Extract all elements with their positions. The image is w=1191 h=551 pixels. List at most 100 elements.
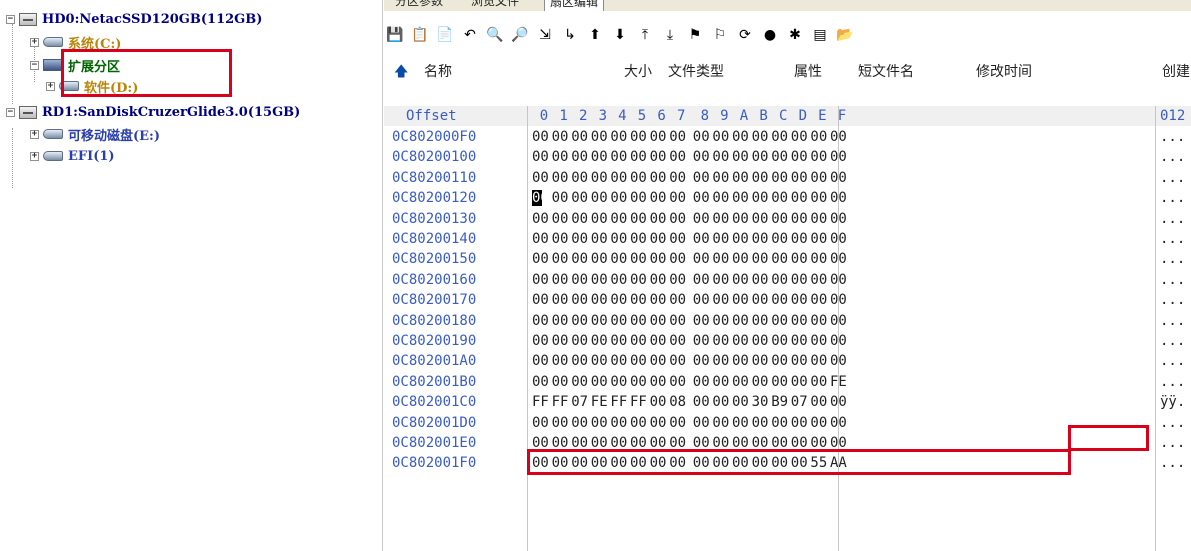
- column-modified-time[interactable]: 修改时间: [976, 61, 1032, 81]
- hex-byte[interactable]: 00: [669, 333, 693, 349]
- row-ascii[interactable]: ...: [1160, 251, 1191, 267]
- tab-sector-edit[interactable]: 扇区编辑: [544, 0, 605, 11]
- jump-icon[interactable]: ↳: [559, 24, 581, 46]
- hex-byte[interactable]: 00: [830, 272, 854, 288]
- hex-byte[interactable]: 00: [830, 333, 854, 349]
- hex-byte[interactable]: 00: [830, 129, 854, 145]
- hex-byte[interactable]: 00: [830, 313, 854, 329]
- hex-row[interactable]: 0C802001B0 00 00 00 00 00 00 00 00 00 00 00 00 00 00 00…: [384, 372, 1191, 392]
- folder-icon[interactable]: 📂: [834, 24, 856, 46]
- hex-byte[interactable]: 00: [830, 231, 854, 247]
- row-ascii[interactable]: ...: [1160, 455, 1191, 471]
- column-short-name[interactable]: 短文件名: [858, 61, 914, 81]
- hex-byte[interactable]: 00: [669, 292, 693, 308]
- hex-byte[interactable]: 00: [669, 129, 693, 145]
- hex-row[interactable]: 0C80200160 00 00 00 00 00 00 00 00 00 00 00 00 00 00 00…: [384, 270, 1191, 290]
- down-icon[interactable]: ⬇: [609, 24, 631, 46]
- row-ascii[interactable]: ...: [1160, 353, 1191, 369]
- hex-row[interactable]: 0C80200140 00 00 00 00 00 00 00 00 00 00 00 00 00 00 00…: [384, 229, 1191, 249]
- up-arrow-icon[interactable]: 🡅: [394, 61, 408, 85]
- column-attributes[interactable]: 属性: [794, 61, 822, 81]
- hex-byte[interactable]: 00: [830, 415, 854, 431]
- row-ascii[interactable]: ...: [1160, 190, 1191, 206]
- column-created-time[interactable]: 创建: [1162, 61, 1190, 81]
- row-ascii[interactable]: ...: [1160, 333, 1191, 349]
- collapse-icon[interactable]: −: [6, 14, 15, 24]
- column-file-type[interactable]: 文件类型: [668, 61, 724, 81]
- tree-node-efi[interactable]: + EFI(1): [30, 146, 115, 166]
- search-icon[interactable]: 🔍: [484, 24, 506, 46]
- hex-byte[interactable]: 00: [669, 353, 693, 369]
- hex-row[interactable]: 0C80200130 00 00 00 00 00 00 00 00 00 00 00 00 00 00 00…: [384, 209, 1191, 229]
- last-icon[interactable]: ⤓: [659, 24, 681, 46]
- hex-byte[interactable]: 00: [669, 272, 693, 288]
- expand-icon[interactable]: +: [30, 151, 39, 161]
- hex-row[interactable]: 0C80200120 00 00 00 00 00 00 00 00 00 00 00 00 00 00 00…: [384, 188, 1191, 208]
- row-ascii[interactable]: ...: [1160, 415, 1191, 431]
- undo-icon[interactable]: ↶: [459, 24, 481, 46]
- hex-byte[interactable]: 00: [830, 190, 854, 206]
- mark-start-icon[interactable]: ⚑: [684, 24, 706, 46]
- tree-node-hd0[interactable]: − HD0:NetacSSD120GB(112GB): [6, 9, 262, 29]
- collapse-icon[interactable]: −: [30, 60, 39, 70]
- hex-byte[interactable]: 00: [669, 211, 693, 227]
- row-ascii[interactable]: ...: [1160, 374, 1191, 390]
- hex-row[interactable]: 0C80200110 00 00 00 00 00 00 00 00 00 00 00 00 00 00 00…: [384, 168, 1191, 188]
- hex-row[interactable]: 0C80200170 00 00 00 00 00 00 00 00 00 00 00 00 00 00 00…: [384, 290, 1191, 310]
- tab-partition-params[interactable]: 分区参数: [390, 0, 448, 11]
- find-next-icon[interactable]: 🔎: [509, 24, 531, 46]
- hex-byte[interactable]: 00: [669, 374, 693, 390]
- row-ascii[interactable]: ...: [1160, 170, 1191, 186]
- hex-row[interactable]: 0C80200150 00 00 00 00 00 00 00 00 00 00 00 00 00 00 00…: [384, 249, 1191, 269]
- hex-byte[interactable]: 00: [830, 353, 854, 369]
- hex-byte[interactable]: 08: [669, 394, 693, 410]
- file-icon[interactable]: ▤: [809, 24, 831, 46]
- hex-byte[interactable]: 00: [830, 292, 854, 308]
- row-ascii[interactable]: ...: [1160, 211, 1191, 227]
- copy-icon[interactable]: 📋: [409, 24, 431, 46]
- pie-icon[interactable]: ●: [759, 24, 781, 46]
- hex-byte[interactable]: 00: [669, 170, 693, 186]
- hex-byte[interactable]: 00: [830, 211, 854, 227]
- hex-byte[interactable]: 00: [669, 251, 693, 267]
- hex-row[interactable]: 0C802001C0 FF FF 07 FE FF FF 00 08 00 00 00 30 B9 07 00…: [384, 392, 1191, 412]
- collapse-icon[interactable]: −: [6, 107, 15, 117]
- hex-byte[interactable]: 00: [830, 149, 854, 165]
- hex-byte[interactable]: 00: [830, 170, 854, 186]
- row-ascii[interactable]: ÿÿ.: [1160, 394, 1191, 410]
- hex-row[interactable]: 0C802000F0 00 00 00 00 00 00 00 00 00 00 00 00 00 00 00…: [384, 127, 1191, 147]
- hex-byte[interactable]: FE: [830, 374, 854, 390]
- row-ascii[interactable]: ...: [1160, 149, 1191, 165]
- column-size[interactable]: 大小: [624, 61, 652, 81]
- expand-icon[interactable]: +: [46, 81, 55, 91]
- hex-byte[interactable]: 00: [669, 190, 693, 206]
- expand-icon[interactable]: +: [30, 129, 39, 139]
- paste-icon[interactable]: 📄: [434, 24, 456, 46]
- hex-byte[interactable]: 00: [669, 149, 693, 165]
- hex-byte[interactable]: 00: [669, 415, 693, 431]
- row-ascii[interactable]: ...: [1160, 313, 1191, 329]
- tree-node-removable-e[interactable]: + 可移动磁盘(E:): [30, 124, 160, 144]
- tree-node-rd1[interactable]: − RD1:SanDiskCruzerGlide3.0(15GB): [6, 102, 300, 122]
- hex-row[interactable]: 0C80200180 00 00 00 00 00 00 00 00 00 00 00 00 00 00 00…: [384, 311, 1191, 331]
- goto-icon[interactable]: ⇲: [534, 24, 556, 46]
- row-ascii[interactable]: ...: [1160, 129, 1191, 145]
- row-ascii[interactable]: ...: [1160, 292, 1191, 308]
- hex-row[interactable]: 0C80200100 00 00 00 00 00 00 00 00 00 00 00 00 00 00 00…: [384, 147, 1191, 167]
- mark-end-icon[interactable]: ⚐: [709, 24, 731, 46]
- first-icon[interactable]: ⤒: [634, 24, 656, 46]
- column-name[interactable]: 名称: [424, 61, 452, 81]
- hex-byte[interactable]: 00: [669, 231, 693, 247]
- save-icon[interactable]: 💾: [384, 24, 406, 46]
- hex-row[interactable]: 0C80200190 00 00 00 00 00 00 00 00 00 00 00 00 00 00 00…: [384, 331, 1191, 351]
- hex-byte[interactable]: 00: [669, 313, 693, 329]
- tab-browse-files[interactable]: 浏览文件: [466, 0, 524, 11]
- refresh-icon[interactable]: ⟳: [734, 24, 756, 46]
- row-ascii[interactable]: ...: [1160, 435, 1191, 451]
- puzzle-icon[interactable]: ✱: [784, 24, 806, 46]
- up-icon[interactable]: ⬆: [584, 24, 606, 46]
- hex-row[interactable]: 0C802001A0 00 00 00 00 00 00 00 00 00 00 00 00 00 00 00…: [384, 351, 1191, 371]
- hex-byte[interactable]: 00: [830, 251, 854, 267]
- hex-byte-cursor[interactable]: 00: [532, 190, 549, 207]
- row-ascii[interactable]: ...: [1160, 231, 1191, 247]
